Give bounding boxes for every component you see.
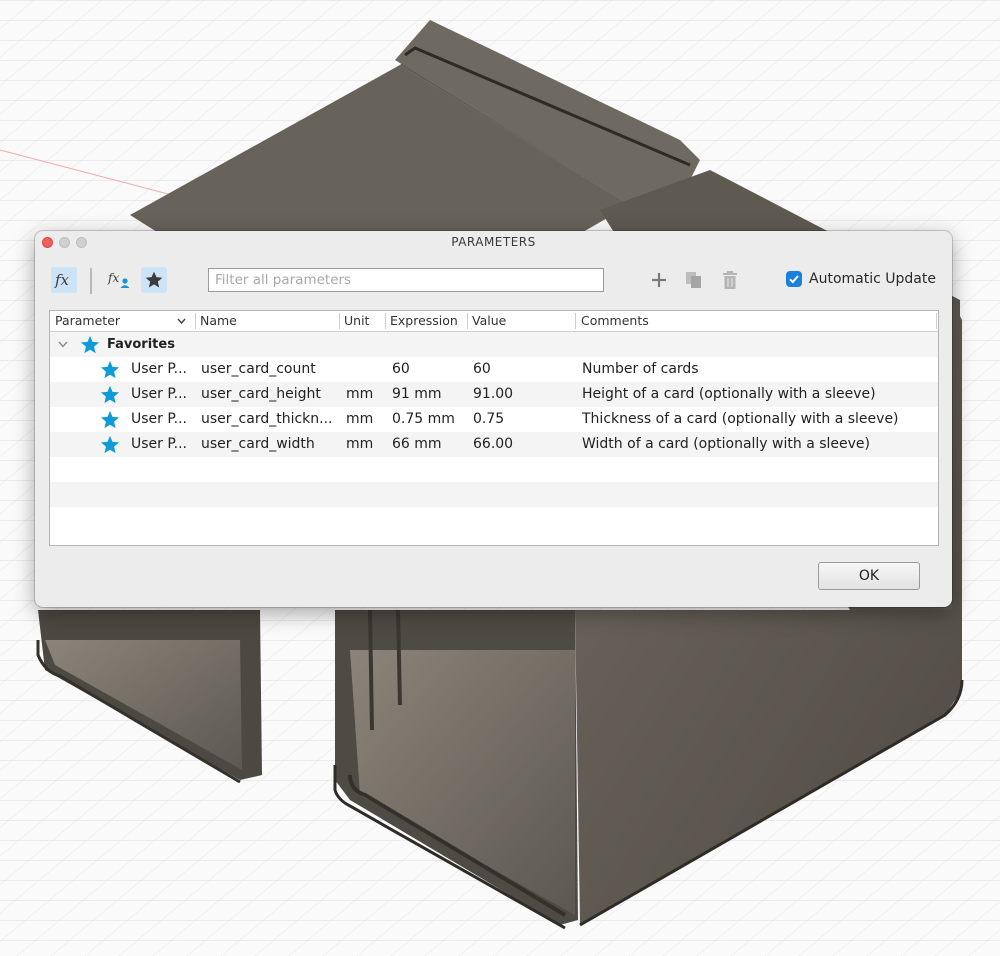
unit-cell[interactable]: mm: [346, 386, 373, 402]
svg-text:fx: fx: [54, 271, 70, 289]
column-divider[interactable]: [385, 313, 386, 329]
column-header-unit[interactable]: Unit: [344, 313, 369, 328]
automatic-update-checkbox[interactable]: [786, 271, 802, 287]
automatic-update-toggle[interactable]: Automatic Update: [786, 271, 936, 287]
fx-icon: fx: [54, 271, 70, 289]
expression-cell[interactable]: 91 mm: [392, 386, 442, 402]
name-cell[interactable]: user_card_height: [201, 386, 321, 402]
user-parameters-button[interactable]: fx: [106, 267, 132, 293]
column-divider[interactable]: [195, 313, 196, 329]
favorites-filter-button[interactable]: [141, 267, 167, 293]
expression-cell[interactable]: 0.75 mm: [392, 411, 455, 427]
copy-parameter-button[interactable]: [683, 269, 705, 291]
favorite-star-icon[interactable]: [100, 360, 120, 379]
comment-cell[interactable]: Width of a card (optionally with a sleev…: [582, 436, 870, 452]
table-row[interactable]: User P... user_card_height mm 91 mm 91.0…: [50, 382, 938, 407]
column-header-name[interactable]: Name: [200, 313, 237, 328]
expression-cell[interactable]: 60: [392, 361, 410, 377]
comment-cell[interactable]: Height of a card (optionally with a slee…: [582, 386, 876, 402]
name-cell[interactable]: user_card_width: [201, 436, 315, 452]
toolbar-separator: [90, 268, 92, 294]
comment-cell[interactable]: Thickness of a card (optionally with a s…: [582, 411, 899, 427]
column-divider[interactable]: [467, 313, 468, 329]
group-row-favorites[interactable]: Favorites: [50, 332, 938, 357]
collapse-chevron-icon[interactable]: [58, 341, 68, 348]
value-cell: 66.00: [473, 436, 514, 452]
empty-row: [50, 482, 938, 507]
parameter-type-cell: User P...: [131, 361, 187, 377]
star-icon: [145, 271, 163, 288]
expression-cell[interactable]: 66 mm: [392, 436, 442, 452]
table-row[interactable]: User P... user_card_thickn... mm 0.75 mm…: [50, 407, 938, 432]
favorite-star-icon[interactable]: [100, 385, 120, 404]
group-label: Favorites: [107, 337, 175, 352]
table-row[interactable]: User P... user_card_width mm 66 mm 66.00…: [50, 432, 938, 457]
favorite-star-icon: [80, 335, 100, 354]
table-header: Parameter Name Unit Expression Value Com…: [50, 311, 938, 332]
parameter-type-cell: User P...: [131, 436, 187, 452]
empty-row: [50, 457, 938, 482]
fx-user-icon: fx: [107, 271, 130, 288]
parameters-table: Parameter Name Unit Expression Value Com…: [49, 310, 939, 546]
column-header-comments[interactable]: Comments: [581, 313, 649, 328]
name-cell[interactable]: user_card_count: [201, 361, 316, 377]
all-parameters-fx-button[interactable]: fx: [51, 267, 77, 293]
svg-text:fx: fx: [107, 271, 119, 285]
automatic-update-label: Automatic Update: [809, 271, 936, 287]
comment-cell[interactable]: Number of cards: [582, 361, 699, 377]
sort-chevron-down-icon[interactable]: [177, 317, 186, 325]
favorite-star-icon[interactable]: [100, 435, 120, 454]
name-cell[interactable]: user_card_thickn...: [201, 411, 333, 427]
column-header-expression[interactable]: Expression: [390, 313, 458, 328]
trash-icon: [723, 271, 737, 289]
favorite-star-icon[interactable]: [100, 410, 120, 429]
checkmark-icon: [789, 275, 799, 284]
value-cell: 0.75: [473, 411, 505, 427]
add-parameter-button[interactable]: [648, 269, 670, 291]
unit-cell[interactable]: mm: [346, 411, 373, 427]
value-cell: 60: [473, 361, 491, 377]
dialog-titlebar[interactable]: PARAMETERS: [35, 231, 952, 253]
copy-icon: [686, 272, 701, 288]
column-divider[interactable]: [339, 313, 340, 329]
parameter-type-cell: User P...: [131, 386, 187, 402]
delete-parameter-button[interactable]: [719, 269, 741, 291]
parameter-type-cell: User P...: [131, 411, 187, 427]
plus-icon: [652, 273, 666, 287]
column-header-parameter[interactable]: Parameter: [55, 313, 120, 328]
parameters-toolbar: fx fx Filter all parameters Automatic Up…: [35, 261, 952, 301]
dialog-title: PARAMETERS: [451, 235, 536, 249]
unit-cell[interactable]: mm: [346, 436, 373, 452]
column-header-value[interactable]: Value: [472, 313, 506, 328]
table-row[interactable]: User P... user_card_count 60 60 Number o…: [50, 357, 938, 382]
value-cell: 91.00: [473, 386, 514, 402]
column-divider[interactable]: [936, 313, 937, 329]
column-divider[interactable]: [575, 313, 576, 329]
filter-parameters-input[interactable]: [208, 268, 604, 292]
empty-row: [50, 507, 938, 532]
parameters-dialog: PARAMETERS fx fx Filter all parameters A…: [35, 231, 952, 607]
ok-button[interactable]: OK: [818, 562, 920, 590]
